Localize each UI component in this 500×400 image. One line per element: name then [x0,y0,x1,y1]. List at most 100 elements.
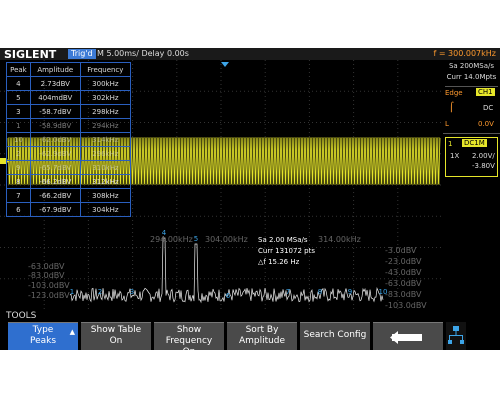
sort-by-value: Amplitude [238,336,286,346]
peak-cell-amplitude: -58.7dBV [29,104,81,119]
peak-cell-amplitude: -62.0dBV [29,132,81,147]
memory-depth: Curr 14.0Mpts [446,73,497,81]
ch1-settings-box[interactable]: 1 DC1M 1X 2.00V/ -3.80V [445,137,498,177]
show-frequency-label: Show Frequency [165,325,213,346]
peak-table-row[interactable]: 2 -62.9dBV 296kHz [6,146,132,161]
col-amplitude: Amplitude [29,62,81,77]
peak-table[interactable]: Peak Amplitude Frequency 4 2.73dBV 300kHz 5… [6,62,132,217]
sort-by-label: Sort By [245,325,279,335]
db-scale-right-label: -43.0dBV [385,268,422,277]
return-arrow-icon [390,331,422,344]
show-frequency-value: On [154,347,224,350]
peak-cell-amplitude: -66.2dBV [29,174,81,189]
db-scale-left-label: -63.0dBV [28,262,65,271]
peak-cell-amplitude: -67.9dBV [29,202,81,217]
right-info-panel: Sa 200MSa/s Curr 14.0Mpts Edge CH1 ⌠ DC … [443,60,500,310]
type-label: Type [32,325,54,335]
type-value: Peaks [29,336,57,346]
peak-cell-frequency: 308kHz [79,188,132,203]
peak-cell-amplitude: 2.73dBV [29,76,81,91]
fft-points: Curr 131072 pts [258,247,315,255]
peak-marker-label: 2 [98,288,102,296]
peak-cell-peak: 5 [6,90,31,105]
peak-cell-peak: 1 [6,118,31,133]
fft-delta-f: △f 15.26 Hz [258,258,300,266]
show-frequency-softkey[interactable]: Show Frequency On [154,322,224,350]
trigger-coupling: DC [483,104,494,112]
divider [443,133,500,134]
peak-cell-frequency: 304kHz [79,202,132,217]
trigger-type[interactable]: Edge [445,89,463,97]
fft-freq-center: 304.00kHz [205,235,248,244]
peak-table-row[interactable]: 3 -58.7dBV 298kHz [6,104,132,119]
rising-edge-icon: ⌠ [449,103,454,113]
fft-freq-left-dim: 294.00kHz [150,235,193,244]
trigger-level-value[interactable]: 0.0V [478,120,494,128]
search-config-label: Search Config [303,330,367,340]
sort-by-softkey[interactable]: Sort By Amplitude [227,322,297,350]
peak-cell-peak: 4 [6,76,31,91]
peak-cell-peak: 3 [6,104,31,119]
peak-cell-frequency: 300kHz [79,76,132,91]
peak-cell-amplitude: -65.7dBV [29,160,81,175]
peak-cell-amplitude: 404mdBV [29,90,81,105]
peak-cell-amplitude: -58.9dBV [29,118,81,133]
peak-table-row[interactable]: 1 -58.9dBV 294kHz [6,118,132,133]
peak-cell-peak: 6 [6,202,31,217]
db-scale-right-label: -103.0dBV [385,301,427,310]
timebase-readout[interactable]: M 5.00ms/ Delay 0.00s [97,49,189,59]
ch1-volts-div: 2.00V/ [472,152,495,160]
peak-cell-frequency: 314kHz [79,132,132,147]
peak-cell-frequency: 294kHz [79,118,132,133]
db-scale-left-label: -103.0dBV [28,281,70,290]
peak-table-row[interactable]: 6 -67.9dBV 304kHz [6,202,132,217]
select-arrow-icon: ▲ [69,328,75,336]
db-scale-left-label: -83.0dBV [28,271,65,280]
trigger-level-label: L [445,120,449,128]
peak-cell-amplitude: -66.2dBV [29,188,81,203]
show-table-label: Show Table [90,325,142,335]
show-table-softkey[interactable]: Show Table On [81,322,151,350]
trigger-source-badge[interactable]: CH1 [476,88,495,96]
peak-cell-frequency: 310kHz [79,160,132,175]
sample-rate: Sa 200MSa/s [448,62,495,70]
peak-table-row[interactable]: 10 -62.0dBV 314kHz [6,132,132,147]
ch1-coupling-badge: DC1M [462,139,487,147]
col-peak: Peak [6,62,31,77]
peak-marker-label: 1 [70,288,74,296]
trigger-state-badge[interactable]: Trig'd [68,49,96,59]
peak-cell-frequency: 298kHz [79,104,132,119]
peak-cell-frequency: 312kHz [79,174,132,189]
type-softkey[interactable]: Type Peaks ▲ [8,322,78,350]
peak-marker-label: 9 [348,288,352,296]
db-scale-right: -3.0dBV -23.0dBV -43.0dBV -63.0dBV -83.0dBV -… [385,246,427,310]
peak-marker-label: 8 [318,288,322,296]
network-status[interactable] [446,322,466,350]
peak-marker-label: 3 [130,288,134,296]
peak-cell-peak: 9 [6,160,31,175]
peak-table-row[interactable]: 7 -66.2dBV 308kHz [6,188,132,203]
peak-marker-label: 5 [194,235,198,243]
peak-marker-label: 7 [286,288,290,296]
menu-title: TOOLS [6,311,37,321]
db-scale-left: -63.0dBV-83.0dBV-103.0dBV-123.0dBV [28,262,70,300]
fft-freq-right: 314.00kHz [318,235,361,244]
peak-cell-frequency: 302kHz [79,90,132,105]
show-table-value: On [109,336,123,346]
db-scale-right-label: -83.0dBV [385,290,422,299]
db-scale-right-label: -3.0dBV [385,246,417,255]
peak-table-row[interactable]: 8 -66.2dBV 312kHz [6,174,132,189]
db-scale-left-label: -123.0dBV [28,291,70,300]
peak-cell-amplitude: -62.9dBV [29,146,81,161]
ch1-offset: -3.80V [472,162,495,170]
peak-cell-peak: 2 [6,146,31,161]
peak-cell-peak: 7 [6,188,31,203]
peak-table-row[interactable]: 4 2.73dBV 300kHz [6,76,132,91]
peak-cell-frequency: 296kHz [79,146,132,161]
peak-cell-peak: 10 [6,132,31,147]
search-config-softkey[interactable]: Search Config [300,322,370,350]
back-softkey[interactable] [373,322,443,350]
peak-table-row[interactable]: 9 -65.7dBV 310kHz [6,160,132,175]
db-scale-right-label: -63.0dBV [385,279,422,288]
peak-table-row[interactable]: 5 404mdBV 302kHz [6,90,132,105]
